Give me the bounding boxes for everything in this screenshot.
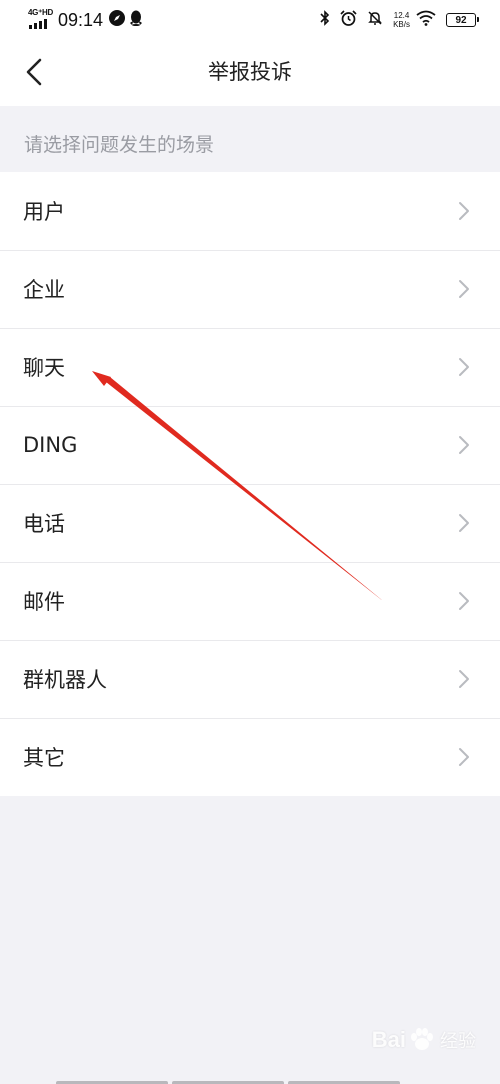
bluetooth-icon [320,10,330,30]
list-item-email[interactable]: 邮件 [0,562,500,640]
back-button[interactable] [14,52,54,92]
list-item-chat[interactable]: 聊天 [0,328,500,406]
network-speed: 12.4 KB/s [393,11,410,29]
chevron-right-icon [459,202,469,220]
list-item-label: 用户 [23,200,65,224]
nav-bar: 举报投诉 [0,38,500,106]
status-bar-right: 12.4 KB/s 92 [320,8,479,32]
list-item-label: 群机器人 [23,668,107,692]
page-title: 举报投诉 [208,60,292,84]
compass-icon [109,10,126,30]
network-type: 4G⁺HD [28,8,53,17]
mute-icon [367,10,383,30]
list-item-label: 企业 [23,278,65,302]
status-time: 09:14 [58,9,104,30]
watermark-text: Bai [371,1027,406,1052]
chevron-right-icon [459,358,469,376]
baidu-jingyan-watermark: Bai 经验 [372,1026,476,1054]
list-item-other[interactable]: 其它 [0,718,500,796]
signal-bars-icon [29,19,47,29]
list-item-label: 其它 [23,746,65,770]
chevron-left-icon [26,58,42,86]
list-item-enterprise[interactable]: 企业 [0,250,500,328]
section-header: 请选择问题发生的场景 [24,134,215,156]
chevron-right-icon [459,592,469,610]
chevron-right-icon [459,670,469,688]
list-item-label: 聊天 [23,356,65,380]
list-item-phone[interactable]: 电话 [0,484,500,562]
speed-unit: KB/s [393,20,410,29]
qq-penguin-icon [129,10,143,30]
list-item-ding[interactable]: DING [0,406,500,484]
list-item-label: 电话 [23,512,65,536]
list-item-group-robot[interactable]: 群机器人 [0,640,500,718]
chevron-right-icon [459,436,469,454]
chevron-right-icon [459,514,469,532]
alarm-icon [340,10,357,30]
scenario-list: 用户 企业 聊天 DING 电话 邮件 群机器人 其它 [0,172,500,796]
watermark-jingyan: 经验 [440,1031,476,1051]
paw-icon [411,1028,433,1050]
status-bar-left: 4G⁺HD 09:14 [28,8,147,32]
chevron-right-icon [459,748,469,766]
list-item-user[interactable]: 用户 [0,172,500,250]
speed-value: 12.4 [393,11,410,20]
list-item-label: DING [23,433,78,457]
status-bar: 4G⁺HD 09:14 12.4 KB/s 92 [0,0,500,38]
list-item-label: 邮件 [23,590,65,614]
battery-indicator: 92 [446,13,479,27]
wifi-icon [416,10,436,30]
chevron-right-icon [459,280,469,298]
cellular-signal: 4G⁺HD [28,8,53,31]
